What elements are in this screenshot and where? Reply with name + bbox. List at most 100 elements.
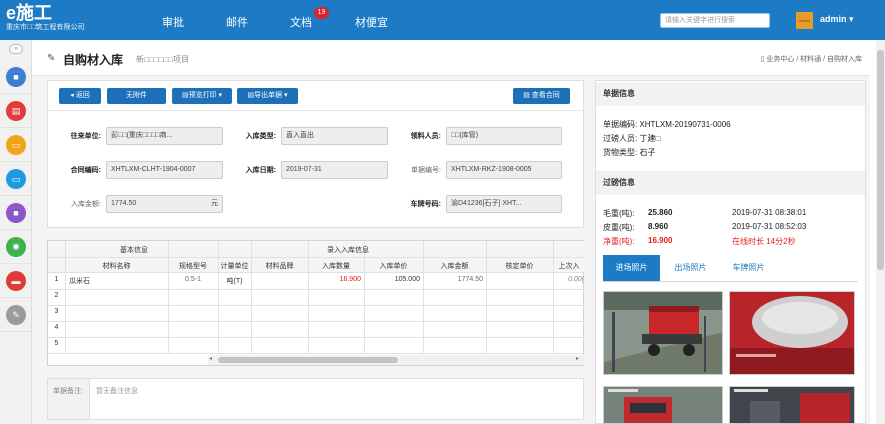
scroll-right-icon[interactable]: ▸ <box>576 355 579 362</box>
sidebar-item-3[interactable]: ▭ <box>0 128 32 162</box>
weigher: 过磅人员: 丁建□ <box>603 134 661 143</box>
remark-panel: 单据备注: 暂无备注信息 <box>47 378 584 420</box>
type-label: 入库类型: <box>245 133 276 140</box>
back-button[interactable]: ◂ 返回 <box>59 88 101 104</box>
doc-no-field: XHTLXM-RKZ-1908-0005 <box>446 161 562 179</box>
photo-entry-1[interactable] <box>603 291 723 375</box>
search-input[interactable]: 请输入关键字进行搜索 <box>660 13 770 28</box>
sidebar-item-2[interactable]: ▤ <box>0 94 32 128</box>
sidebar-toggle-icon[interactable]: » <box>9 44 23 54</box>
cell-price[interactable]: 105.000 <box>364 276 420 283</box>
sidebar-item-1[interactable]: ■ <box>0 60 32 94</box>
nav-documents[interactable]: 文档 <box>290 14 312 30</box>
truck-photo-3 <box>604 387 722 423</box>
gear-icon: ✺ <box>6 237 26 257</box>
sidebar-item-7[interactable]: ▬ <box>0 264 32 298</box>
gross-label: 毛重(吨): <box>603 209 635 218</box>
nav-material-deals[interactable]: 材便宜 <box>355 14 388 30</box>
row-number: 3 <box>54 308 59 315</box>
online-duration: 在线时长 14分2秒 <box>732 237 796 246</box>
gross-value: 25.860 <box>648 208 673 217</box>
edit-icon: ✎ <box>47 53 56 64</box>
picker-label: 领料人员: <box>410 133 441 140</box>
date-label: 入库日期: <box>245 167 276 174</box>
divider <box>47 110 584 111</box>
preview-print-button[interactable]: ▤预览打印 ▾ <box>172 88 232 104</box>
net-label: 净重(吨): <box>603 237 635 246</box>
cell-last-entry: 0.00( <box>568 276 584 283</box>
truck-photo-2 <box>730 292 854 374</box>
plate-field[interactable]: 渝D41236[石子] XHT... <box>446 195 562 213</box>
attachment-button[interactable]: 无附件 <box>107 88 166 104</box>
logo[interactable]: e施工 重庆市□□筑工程有限公司 <box>6 3 84 33</box>
photo-entry-3[interactable] <box>603 386 723 424</box>
sidebar-item-4[interactable]: ▭ <box>0 162 32 196</box>
type-field[interactable]: 直入直出 <box>281 127 388 145</box>
logo-text: e施工 <box>6 3 53 23</box>
col-check-price: 核定单价 <box>505 263 534 270</box>
tab-plate-photos[interactable]: 车牌照片 <box>720 255 777 281</box>
page-header: ✎ 自购材入库 新□□□□□□项目 ▯ 业务中心 / 材料通 / 自购材入库 <box>32 40 870 76</box>
cell-qty[interactable]: 16.900 <box>308 276 361 283</box>
scroll-left-icon[interactable]: ◂ <box>209 355 212 362</box>
photo-entry-4[interactable] <box>729 386 855 424</box>
page-scrollbar-thumb[interactable] <box>877 50 884 270</box>
row-number: 4 <box>54 324 59 331</box>
date-field[interactable]: 2019-07-31 <box>281 161 388 179</box>
col-spec: 规格型号 <box>179 263 207 270</box>
amount-label: 入库金额: <box>71 201 101 208</box>
cell-spec[interactable]: 0.5-1 <box>168 276 218 283</box>
from-unit-label: 往来单位: <box>70 133 101 140</box>
col-qty: 入库数量 <box>322 263 350 270</box>
breadcrumb-text[interactable]: 业务中心 / 材料通 / 自购材入库 <box>766 56 862 63</box>
nav-mail[interactable]: 邮件 <box>226 14 248 30</box>
sidebar-item-8[interactable]: ✎ <box>0 298 32 332</box>
page-title: 自购材入库 <box>63 53 124 67</box>
user-menu[interactable]: admin ▾ <box>820 14 854 25</box>
tare-value: 8.960 <box>648 222 669 231</box>
col-price: 入库单价 <box>379 263 408 270</box>
grid-group-basic: 基本信息 <box>120 247 148 254</box>
documents-badge: 19 <box>314 7 329 19</box>
company-name: 重庆市□□筑工程有限公司 <box>6 24 85 31</box>
gross-time: 2019-07-31 08:38:01 <box>732 208 807 217</box>
book-icon: ▬ <box>6 271 26 291</box>
sidebar-item-5[interactable]: ■ <box>0 196 32 230</box>
project-name: 新□□□□□□项目 <box>136 55 189 64</box>
col-brand: 材料品牌 <box>265 263 294 270</box>
picker-field[interactable]: □□(库管) <box>446 127 562 145</box>
doc-info-heading: 单据信息 <box>596 82 865 106</box>
briefcase-icon: ■ <box>6 67 26 87</box>
top-navbar: e施工 重庆市□□筑工程有限公司 审批 邮件 文档 19 材便宜 请输入关键字进… <box>0 0 885 40</box>
tare-label: 皮重(吨): <box>603 223 635 232</box>
photo-entry-2[interactable] <box>729 291 855 375</box>
folder-icon: ▭ <box>6 135 26 155</box>
sidebar-item-6[interactable]: ✺ <box>0 230 32 264</box>
row-number: 1 <box>54 276 59 283</box>
cell-total: 1774.50 <box>457 276 483 283</box>
from-unit-field[interactable]: 彭□□(重庆□□□□商... <box>106 127 223 145</box>
avatar[interactable]: admin <box>796 12 813 29</box>
nav-approval[interactable]: 审批 <box>162 14 184 30</box>
tab-exit-photos[interactable]: 出场照片 <box>663 255 718 281</box>
grid-group-entry: 录入入库信息 <box>327 247 369 254</box>
breadcrumb: ▯ 业务中心 / 材料通 / 自购材入库 <box>761 54 862 64</box>
tab-entry-photos[interactable]: 进场照片 <box>603 255 660 281</box>
amount-value: 1774.50 <box>111 200 137 207</box>
amount-field: 1774.50 元 <box>106 195 223 213</box>
net-value: 16.900 <box>648 236 673 245</box>
truck-photo-4 <box>730 387 854 423</box>
remark-value[interactable]: 暂无备注信息 <box>96 386 138 396</box>
view-contract-button[interactable]: ▤ 查看合同 <box>513 88 570 104</box>
cell-material-name[interactable]: 瓜米石 <box>69 276 90 286</box>
weigh-info-heading: 过磅信息 <box>596 171 865 195</box>
wrench-icon: ✎ <box>6 305 26 325</box>
doc-no-label: 单据编号: <box>411 167 441 174</box>
cell-unit[interactable]: 吨(T) <box>218 276 251 286</box>
doc-code: 单据编码: XHTLXM-20190731-0006 <box>603 120 731 129</box>
grid-scrollbar-thumb[interactable] <box>218 357 398 363</box>
row-number: 2 <box>54 292 59 299</box>
contract-field[interactable]: XHTLXM-CLHT-1904-0007 <box>106 161 223 179</box>
col-unit: 计量单位 <box>220 263 249 270</box>
export-button[interactable]: ▤导出单据 ▾ <box>237 88 298 104</box>
